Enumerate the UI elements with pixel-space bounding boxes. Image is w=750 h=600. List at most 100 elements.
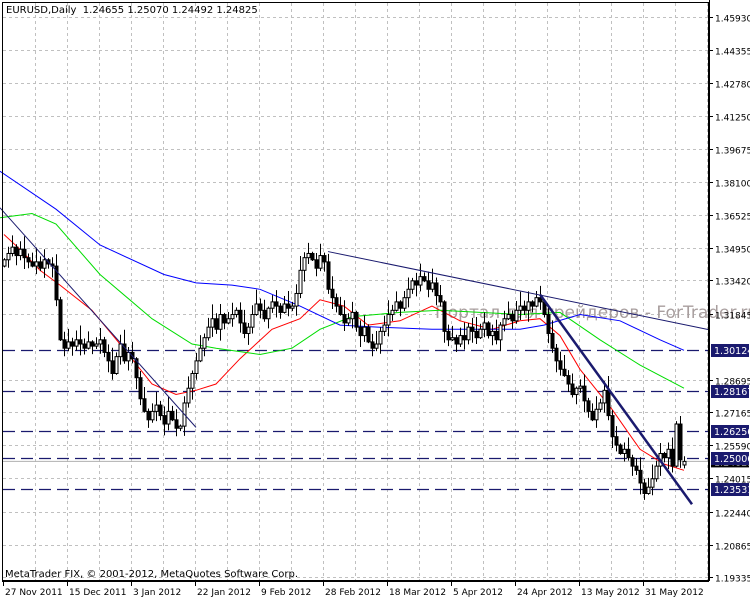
candle-body-bull	[254, 303, 259, 316]
candle-body-bull	[6, 252, 11, 261]
candle-body-bull	[114, 356, 119, 374]
candle-body-bull	[74, 339, 79, 347]
candle	[618, 443, 623, 455]
candle-body-bear	[26, 257, 31, 263]
candle-body-bear	[326, 261, 331, 290]
candle-body-bull	[234, 309, 239, 316]
candle-body-bear	[510, 314, 515, 322]
candle-body-bull	[94, 343, 99, 347]
candle-body-bear	[634, 465, 639, 471]
candle-body-bear	[342, 314, 347, 324]
price-chart[interactable]: Портал для трейдеров - ForTrader.ru 1.45…	[0, 0, 750, 600]
level-price-label-text: 1.26256	[714, 427, 750, 438]
candle-body-bull	[382, 324, 387, 332]
candle-body-bear	[370, 341, 375, 349]
candle-body-bull	[202, 337, 207, 349]
candle-body-bear	[630, 457, 635, 467]
price-tick-label: 1.41250	[715, 114, 750, 124]
level-price-label-text: 1.28167	[714, 387, 750, 398]
candle-body-bear	[438, 295, 443, 303]
candle-body-bear	[546, 314, 551, 334]
candle-body-bear	[138, 377, 143, 400]
candle-body-bull	[18, 248, 23, 257]
candle-body-bull	[298, 269, 303, 294]
candle	[366, 324, 371, 344]
level-price-label: 1.26256	[711, 425, 750, 438]
candle-body-bull	[578, 385, 583, 389]
candle-body-bull	[226, 318, 231, 324]
price-tick-label: 1.27165	[715, 410, 750, 420]
candle-body-bear	[474, 330, 479, 339]
candle-body-bull	[498, 324, 503, 341]
candle-body-bear	[82, 343, 87, 349]
candle-body-bear	[106, 351, 111, 362]
candle-body-bull	[598, 402, 603, 410]
price-tick-label: 1.20865	[715, 543, 750, 553]
candle-body-bear	[486, 322, 491, 337]
candle-body-bear	[70, 341, 75, 347]
copyright-text: MetaTrader FIX, © 2001-2012, MetaQuotes …	[5, 569, 298, 580]
candle-body-bear	[334, 297, 339, 307]
candle-body-bear	[258, 303, 263, 311]
price-tick-label: 1.38100	[715, 180, 750, 190]
candle-body-bull	[306, 252, 311, 259]
level-price-label-text: 1.23531	[714, 485, 750, 496]
candle-body-bear	[610, 415, 615, 438]
time-tick-label: 9 Feb 2012	[261, 588, 311, 598]
candle-body-bull	[458, 335, 463, 345]
price-tick-label: 1.34950	[715, 246, 750, 256]
candle-body-bull	[246, 326, 251, 334]
price-tick-label: 1.22440	[715, 510, 750, 520]
price-tick-label: 1.33420	[715, 278, 750, 288]
candle-body-bull	[490, 330, 495, 337]
candle-body-bull	[282, 303, 287, 313]
candle-body-bear	[642, 482, 647, 495]
candle-body-bear	[446, 330, 451, 341]
candle-body-bear	[142, 398, 147, 412]
candle-body-bear	[570, 383, 575, 396]
candle-body-bull	[526, 301, 531, 311]
candle-body-bull	[666, 448, 671, 459]
candle	[674, 421, 679, 468]
candle-body-bear	[38, 261, 43, 269]
candle-body-bull	[186, 387, 191, 404]
price-tick-label: 1.45930	[715, 15, 750, 25]
price-tick-label: 1.25590	[715, 443, 750, 453]
candle-body-bear	[454, 337, 459, 345]
candle-body-bull	[350, 311, 355, 320]
price-tick-label: 1.42780	[715, 81, 750, 91]
time-tick-label: 27 Nov 2011	[5, 588, 63, 598]
price-tick-label: 1.19335	[715, 575, 750, 585]
candle-body-bull	[378, 330, 383, 345]
time-tick-label: 3 Jan 2012	[133, 588, 181, 598]
candle-body-bear	[274, 301, 279, 307]
candle-body-bear	[398, 301, 403, 309]
time-tick-label: 24 Apr 2012	[517, 588, 573, 598]
candle-body-bull	[42, 259, 47, 269]
candle-body-bull	[518, 305, 523, 311]
candle-body-bear	[222, 314, 227, 324]
candle	[678, 416, 683, 468]
candle-body-bear	[530, 301, 535, 307]
time-tick-label: 15 Dec 2011	[69, 588, 127, 598]
candle-body-bear	[554, 347, 559, 362]
candle-body-bear	[238, 309, 243, 324]
candle-body-bear	[582, 385, 587, 402]
candle-body-bear	[214, 318, 219, 330]
candle-body-bull	[230, 314, 235, 320]
candle-body-bull	[450, 337, 455, 341]
candle-body-bear	[278, 305, 283, 313]
candle-body-bear	[606, 389, 611, 417]
level-price-label-text: 1.30124	[714, 346, 750, 357]
level-price-label: 1.23531	[711, 483, 750, 496]
candle-body-bear	[586, 400, 591, 412]
candle-body-bear	[338, 305, 343, 316]
candle-body-bull	[410, 280, 415, 290]
candle-body-bear	[470, 326, 475, 332]
candle-body-bear	[550, 332, 555, 349]
candle-body-bear	[158, 404, 163, 417]
candle-body-bull	[206, 326, 211, 339]
level-price-label: 1.30124	[711, 344, 750, 357]
candle-body-bull	[682, 460, 687, 466]
candle-body-bull	[430, 282, 435, 290]
